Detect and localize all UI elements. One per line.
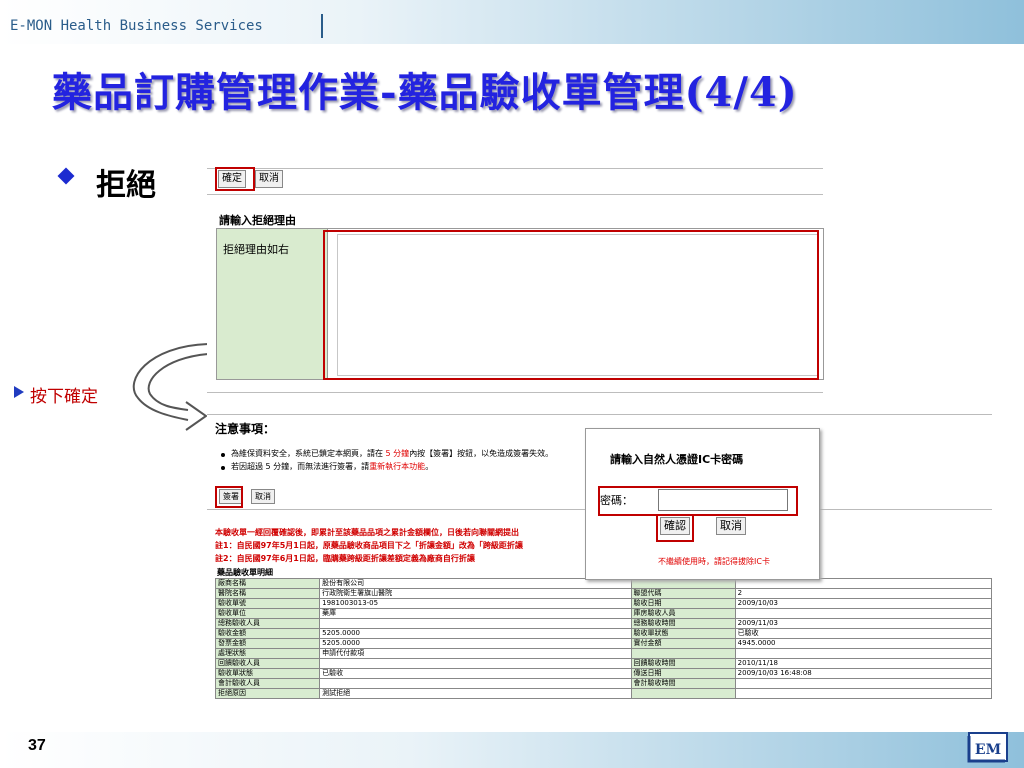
table-cell: 廠商名稱 [214, 578, 321, 589]
diamond-bullet-icon [57, 167, 75, 185]
ic-card-dialog: 請輸入自然人憑證IC卡密碼 密碼： 確認 取消 不繼續使用時，請記得拔除IC卡 [585, 428, 820, 580]
arrow-bullet-icon [14, 386, 24, 398]
table-cell: 驗收金額 [214, 628, 321, 639]
table-cell: 驗收單位 [214, 608, 321, 619]
svg-text:EM: EM [975, 742, 1001, 758]
table-row: 總務驗收人員 總務驗收時間 2009/11/03 [214, 618, 993, 629]
reason-label: 拒絕理由如右 [223, 243, 289, 256]
table-row: 處理狀態 申請代付款項 [214, 648, 993, 659]
notice-line-2: 若因超過 5 分鐘，而無法進行簽署，請重新執行本功能。 [231, 462, 434, 471]
table-cell: 已驗收 [319, 668, 632, 679]
table-cell [734, 648, 993, 659]
table-cell: 5205.0000 [319, 638, 632, 649]
warning-line-2: 註1：自民國97年5月1日起，原藥品驗收商品項目下之「折讓金額」改為「跨級距折讓 [215, 541, 523, 550]
reject-form-screenshot: 確定 取消 請輸入拒絕理由 拒絕理由如右 [207, 164, 824, 394]
table-cell [734, 608, 993, 619]
table-cell: 驗收單狀態 [214, 668, 321, 679]
warning-line-1: 本驗收單一經回覆確認後，即累計至該藥品品項之累計金額欄位，日後若向聯關網提出 [215, 528, 519, 537]
table-cell [734, 678, 993, 689]
table-row: 廠商名稱 股份有限公司 [214, 578, 993, 589]
dialog-confirm-highlight [656, 514, 694, 542]
sub-bullet-text: 按下確定 [30, 387, 98, 407]
password-highlight [598, 486, 798, 516]
table-cell: 醫院名稱 [214, 588, 321, 599]
cancel-button[interactable]: 取消 [255, 170, 283, 188]
table-cell [734, 688, 993, 699]
notice-heading: 注意事項： [215, 422, 276, 436]
table-cell: 實付金額 [630, 638, 736, 649]
table-cell: 2009/10/03 [734, 598, 993, 609]
sign-cancel-button[interactable]: 取消 [251, 489, 275, 504]
table-cell [319, 618, 632, 629]
table-cell: 庫房驗收人員 [630, 608, 736, 619]
table-row: 回饋驗收人員 回饋驗收時間 2010/11/18 [214, 658, 993, 669]
dialog-cancel-button[interactable]: 取消 [716, 517, 746, 535]
table-cell [319, 678, 632, 689]
table-cell [630, 688, 736, 699]
table-cell: 驗收日期 [630, 598, 736, 609]
detail-title: 藥品驗收單明細 [217, 568, 273, 577]
curved-arrow-icon [132, 343, 209, 431]
confirm-highlight [215, 167, 255, 191]
table-row: 驗收單號 1981003013-05 驗收日期 2009/10/03 [214, 598, 993, 609]
dialog-title: 請輸入自然人憑證IC卡密碼 [610, 453, 744, 466]
table-cell [734, 578, 993, 589]
warning-line-3: 註2：自民國97年6月1日起，臨購藥跨級距折讓差額定義為廠商自行折讓 [215, 554, 475, 563]
table-cell: 回饋驗收時間 [630, 658, 736, 669]
reject-reason-heading: 請輸入拒絕理由 [219, 214, 296, 227]
table-cell: 拒絕原因 [214, 688, 321, 699]
table-cell: 總務驗收人員 [214, 618, 321, 629]
brand-divider [321, 14, 323, 38]
reason-input-highlight [323, 230, 819, 380]
table-cell: 股份有限公司 [319, 578, 632, 589]
footer-bar [0, 732, 1024, 768]
detail-table: 廠商名稱 股份有限公司 醫院名稱 行政院衛生署旗山醫院 聯盟代碼 2 驗收單號 1981003… [214, 578, 993, 699]
sign-highlight [215, 486, 243, 508]
table-cell: 驗收單狀態 [630, 628, 736, 639]
table-row: 驗收單位 藥庫 庫房驗收人員 [214, 608, 993, 619]
bullet-text: 拒絕 [96, 168, 156, 203]
table-cell: 驗收單號 [214, 598, 321, 609]
table-cell: 4945.0000 [734, 638, 993, 649]
table-cell: 行政院衛生署旗山醫院 [319, 588, 632, 599]
table-cell: 已驗收 [734, 628, 993, 639]
table-row: 會計驗收人員 會計驗收時間 [214, 678, 993, 689]
slide-title: 藥品訂購管理作業-藥品驗收單管理(4/4) [52, 69, 798, 116]
table-cell: 5205.0000 [319, 628, 632, 639]
table-cell: 2 [734, 588, 993, 599]
table-row: 驗收金額 5205.0000 驗收單狀態 已驗收 [214, 628, 993, 639]
table-row: 拒絕原因 測試拒絕 [214, 688, 993, 699]
page-number: 37 [28, 737, 46, 754]
table-cell: 會計驗收時間 [630, 678, 736, 689]
table-cell: 2010/11/18 [734, 658, 993, 669]
table-cell: 發票金額 [214, 638, 321, 649]
notice-line-1: 為維保資料安全，系統已鎖定本網頁，請在 5 分鐘內按【簽署】按鈕，以免造成簽署失… [231, 449, 554, 458]
table-cell: 1981003013-05 [319, 598, 632, 609]
table-cell: 總務驗收時間 [630, 618, 736, 629]
table-cell [319, 658, 632, 669]
table-row: 發票金額 5205.0000 實付金額 4945.0000 [214, 638, 993, 649]
table-cell: 2009/10/03 16:48:08 [734, 668, 993, 679]
table-cell [630, 578, 736, 589]
brand-name: E-MON Health Business Services [10, 18, 263, 34]
table-cell: 處理狀態 [214, 648, 321, 659]
table-cell: 2009/11/03 [734, 618, 993, 629]
dialog-warning: 不繼續使用時，請記得拔除IC卡 [658, 557, 770, 566]
table-cell: 會計驗收人員 [214, 678, 321, 689]
table-cell: 藥庫 [319, 608, 632, 619]
table-cell: 測試拒絕 [319, 688, 632, 699]
em-logo-icon: EM [967, 732, 1008, 763]
table-cell: 申請代付款項 [319, 648, 632, 659]
table-row: 醫院名稱 行政院衛生署旗山醫院 聯盟代碼 2 [214, 588, 993, 599]
table-cell: 回饋驗收人員 [214, 658, 321, 669]
table-cell [630, 648, 736, 659]
table-cell: 傳送日期 [630, 668, 736, 679]
table-row: 驗收單狀態 已驗收 傳送日期 2009/10/03 16:48:08 [214, 668, 993, 679]
table-cell: 聯盟代碼 [630, 588, 736, 599]
